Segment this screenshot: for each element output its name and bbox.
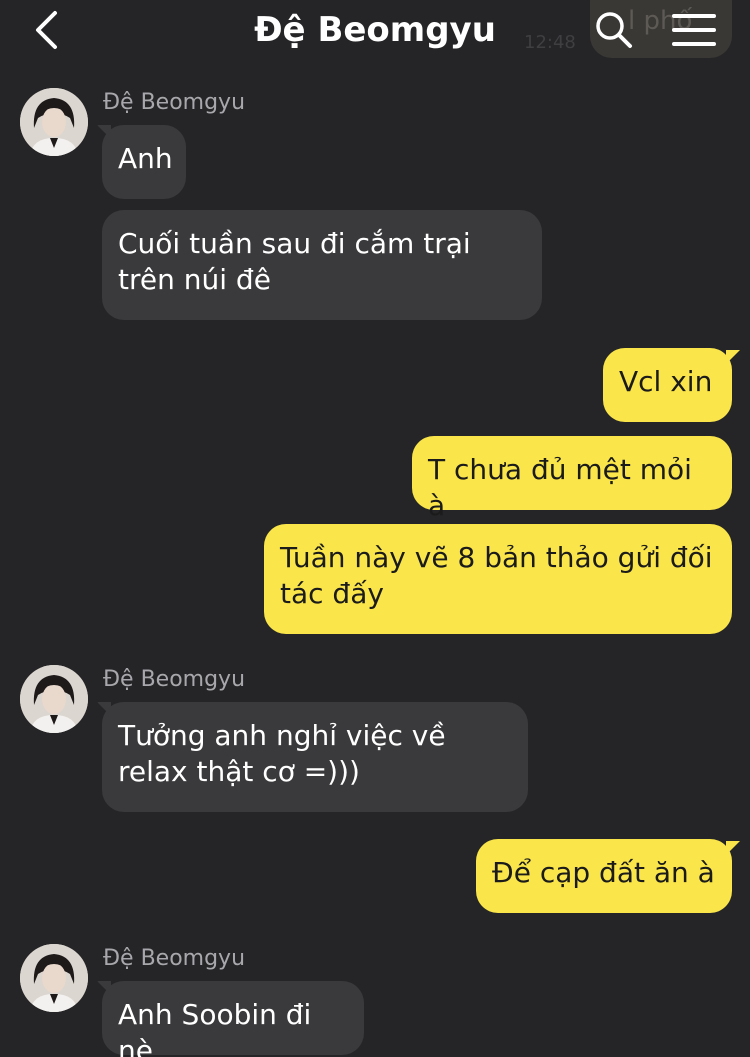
message-bubble-incoming[interactable]: Anh Soobin đi nè xyxy=(102,981,364,1057)
chat-header: l phố 12:48 Đệ Beomgyu xyxy=(0,0,750,64)
bubble-tail xyxy=(726,350,740,364)
chat-title: Đệ Beomgyu xyxy=(254,10,496,50)
message-bubble-incoming[interactable]: Anh xyxy=(102,125,186,199)
avatar[interactable] xyxy=(20,665,88,733)
bubble-tail xyxy=(726,841,740,855)
sender-name: Đệ Beomgyu xyxy=(103,667,246,692)
message-bubble-outgoing[interactable]: Tuần này vẽ 8 bản thảo gửi đối tác đấy xyxy=(264,524,732,634)
message-bubble-incoming[interactable]: Tưởng anh nghỉ việc về relax thật cơ =))… xyxy=(102,702,528,812)
message-bubble-outgoing[interactable]: T chưa đủ mệt mỏi à xyxy=(412,436,732,522)
avatar[interactable] xyxy=(20,944,88,1012)
search-icon xyxy=(596,12,632,48)
profile-photo-icon xyxy=(20,88,88,156)
avatar[interactable] xyxy=(20,88,88,156)
sender-name: Đệ Beomgyu xyxy=(103,90,246,115)
message-bubble-outgoing[interactable]: Để cạp đất ăn à xyxy=(476,839,732,913)
message-bubble-outgoing[interactable]: Vcl xin xyxy=(603,348,732,422)
hamburger-menu-icon xyxy=(672,14,716,46)
sender-name: Đệ Beomgyu xyxy=(103,946,246,971)
menu-button[interactable] xyxy=(668,10,720,50)
profile-photo-icon xyxy=(20,944,88,1012)
search-button[interactable] xyxy=(592,8,636,52)
message-bubble-incoming[interactable]: Cuối tuần sau đi cắm trại trên núi đê xyxy=(102,210,542,320)
profile-photo-icon xyxy=(20,665,88,733)
